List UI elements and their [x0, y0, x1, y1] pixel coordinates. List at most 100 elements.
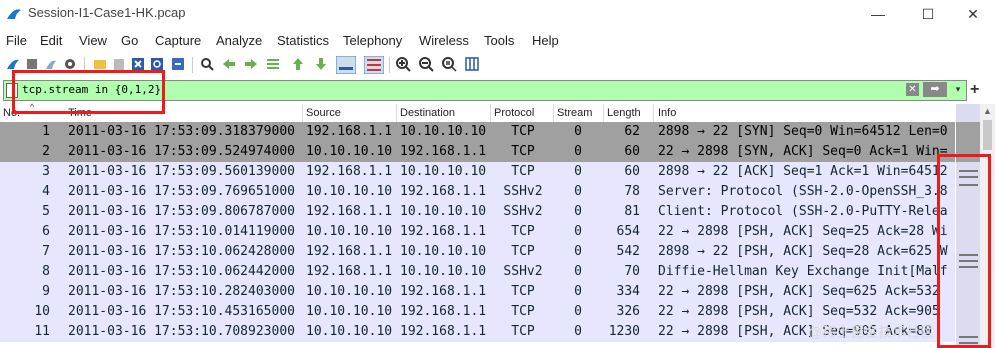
- vertical-scrollbar-thumb[interactable]: [983, 120, 992, 150]
- packet-cell-stream: 0: [574, 204, 582, 219]
- packet-cell-dst: 192.168.1.1: [400, 184, 487, 199]
- packet-cell-no: 6: [42, 224, 50, 239]
- zoom-in-icon[interactable]: [395, 56, 411, 72]
- packet-cell-time: 2011-03-16 17:53:09.769651000: [68, 184, 295, 199]
- column-divider[interactable]: [396, 104, 397, 122]
- packet-cell-proto: TCP: [511, 304, 535, 319]
- menu-bar: File Edit View Go Capture Analyze Statis…: [0, 31, 995, 51]
- column-divider[interactable]: [553, 104, 554, 122]
- packet-cell-no: 8: [42, 264, 50, 279]
- packet-cell-src: 192.168.1.1: [306, 264, 393, 279]
- find-icon[interactable]: [199, 56, 215, 72]
- menu-tools[interactable]: Tools: [484, 33, 514, 48]
- packet-row[interactable]: 10 2011-03-16 17:53:10.453165000 10.10.10.…: [0, 302, 955, 322]
- last-packet-icon[interactable]: [313, 56, 329, 72]
- menu-capture[interactable]: Capture: [155, 33, 201, 48]
- column-info[interactable]: Info: [658, 107, 676, 119]
- packet-cell-time: 2011-03-16 17:53:10.014119000: [68, 224, 295, 239]
- packet-cell-proto: TCP: [511, 164, 535, 179]
- packet-row[interactable]: 9 2011-03-16 17:53:10.282403000 10.10.10.1…: [0, 282, 955, 302]
- packet-cell-time: 2011-03-16 17:53:10.282403000: [68, 284, 295, 299]
- packet-cell-dst: 192.168.1.1: [400, 324, 487, 339]
- column-divider[interactable]: [490, 104, 491, 122]
- packet-row[interactable]: 2 2011-03-16 17:53:09.524974000 10.10.10.1…: [0, 142, 955, 162]
- menu-statistics[interactable]: Statistics: [277, 33, 329, 48]
- close-button[interactable]: ✕: [950, 3, 995, 25]
- packet-cell-dst: 192.168.1.1: [400, 304, 487, 319]
- goto-reload-icon[interactable]: [170, 56, 186, 72]
- packet-cell-dst: 192.168.1.1: [400, 224, 487, 239]
- packet-row[interactable]: 5 2011-03-16 17:53:09.806787000 192.168.1.…: [0, 202, 955, 222]
- autoscroll-icon[interactable]: [336, 56, 356, 74]
- toolbar-separator: [192, 57, 193, 73]
- apply-filter-button[interactable]: ➡: [923, 82, 947, 97]
- colorize-icon[interactable]: [364, 56, 384, 74]
- minimize-button[interactable]: —: [855, 3, 901, 25]
- column-protocol[interactable]: Protocol: [494, 107, 534, 119]
- normal-size-icon[interactable]: [441, 56, 457, 72]
- menu-help[interactable]: Help: [532, 33, 559, 48]
- column-divider[interactable]: [603, 104, 604, 122]
- column-source[interactable]: Source: [306, 107, 341, 119]
- packet-cell-time: 2011-03-16 17:53:10.062428000: [68, 244, 295, 259]
- packet-cell-src: 192.168.1.1: [306, 124, 393, 139]
- packet-cell-time: 2011-03-16 17:53:10.708923000: [68, 324, 295, 339]
- packet-cell-no: 2: [42, 144, 50, 159]
- column-stream[interactable]: Stream: [557, 107, 592, 119]
- packet-row[interactable]: 8 2011-03-16 17:53:10.062442000 192.168.1.…: [0, 262, 955, 282]
- packet-cell-proto: TCP: [511, 324, 535, 339]
- packet-cell-no: 9: [42, 284, 50, 299]
- packet-row[interactable]: 4 2011-03-16 17:53:09.769651000 10.10.10.1…: [0, 182, 955, 202]
- packet-list[interactable]: 1 2011-03-16 17:53:09.318379000 192.168.1.…: [0, 122, 955, 348]
- zoom-out-icon[interactable]: [418, 56, 434, 72]
- packet-cell-no: 5: [42, 204, 50, 219]
- annotation-highlight-scrollbar: [937, 154, 991, 348]
- forward-icon[interactable]: [243, 56, 259, 72]
- back-icon[interactable]: [221, 56, 237, 72]
- packet-cell-len: 62: [624, 124, 640, 139]
- packet-cell-dst: 10.10.10.10: [400, 124, 487, 139]
- packet-row[interactable]: 3 2011-03-16 17:53:09.560139000 192.168.1.…: [0, 162, 955, 182]
- menu-file[interactable]: File: [6, 33, 27, 48]
- packet-cell-info: 2898 → 22 [SYN] Seq=0 Win=64512 Len=0: [658, 124, 948, 139]
- column-divider[interactable]: [653, 104, 654, 122]
- watermark: @稀土掘金技术社区: [808, 324, 935, 340]
- menu-wireless[interactable]: Wireless: [419, 33, 469, 48]
- menu-view[interactable]: View: [79, 33, 107, 48]
- packet-cell-src: 192.168.1.1: [306, 164, 393, 179]
- add-filter-button[interactable]: +: [970, 81, 979, 99]
- packet-row[interactable]: 6 2011-03-16 17:53:10.014119000 10.10.10.1…: [0, 222, 955, 242]
- packet-cell-no: 4: [42, 184, 50, 199]
- packet-row[interactable]: 1 2011-03-16 17:53:09.318379000 192.168.1.…: [0, 122, 955, 142]
- packet-cell-len: 60: [624, 144, 640, 159]
- packet-cell-proto: TCP: [511, 144, 535, 159]
- resize-columns-icon[interactable]: [464, 56, 480, 72]
- maximize-button[interactable]: ☐: [905, 3, 951, 25]
- menu-go[interactable]: Go: [121, 33, 138, 48]
- menu-analyze[interactable]: Analyze: [216, 33, 262, 48]
- column-divider[interactable]: [302, 104, 303, 122]
- column-length[interactable]: Length: [607, 107, 641, 119]
- filter-history-dropdown[interactable]: ▾: [952, 83, 964, 96]
- menu-edit[interactable]: Edit: [40, 33, 62, 48]
- packet-cell-len: 334: [616, 284, 640, 299]
- packet-cell-src: 192.168.1.1: [306, 244, 393, 259]
- packet-cell-dst: 10.10.10.10: [400, 204, 487, 219]
- packet-cell-stream: 0: [574, 184, 582, 199]
- clear-filter-button[interactable]: ✕: [906, 83, 919, 96]
- menu-telephony[interactable]: Telephony: [343, 33, 402, 48]
- scroll-up-icon[interactable]: ▲: [983, 106, 992, 116]
- packet-cell-len: 70: [624, 264, 640, 279]
- first-packet-icon[interactable]: [290, 56, 306, 72]
- packet-row[interactable]: 7 2011-03-16 17:53:10.062428000 192.168.1.…: [0, 242, 955, 262]
- packet-cell-len: 326: [616, 304, 640, 319]
- packet-cell-src: 10.10.10.10: [306, 284, 393, 299]
- packet-cell-proto: SSHv2: [503, 184, 543, 199]
- column-destination[interactable]: Destination: [400, 107, 455, 119]
- goto-packet-icon[interactable]: [265, 56, 281, 72]
- packet-cell-stream: 0: [574, 264, 582, 279]
- packet-cell-stream: 0: [574, 304, 582, 319]
- packet-cell-dst: 192.168.1.1: [400, 144, 487, 159]
- packet-cell-dst: 10.10.10.10: [400, 264, 487, 279]
- packet-cell-proto: TCP: [511, 284, 535, 299]
